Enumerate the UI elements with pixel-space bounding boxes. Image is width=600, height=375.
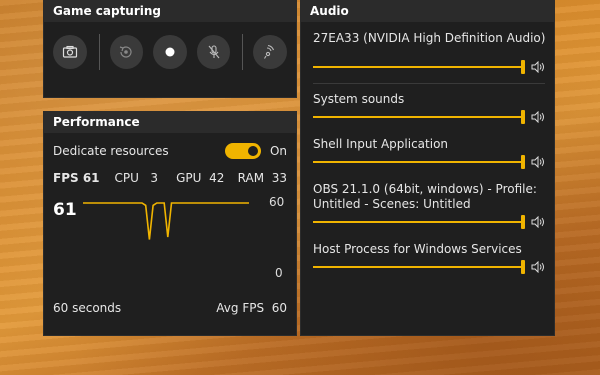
- speaker-icon[interactable]: [531, 213, 545, 232]
- performance-header[interactable]: Performance: [43, 111, 297, 133]
- performance-widget: Performance Dedicate resources On FPS 61…: [43, 111, 297, 336]
- gpu-stat-label: GPU: [176, 171, 202, 185]
- gpu-stat[interactable]: GPU 42: [176, 171, 238, 185]
- app-volume-slider[interactable]: [313, 215, 525, 229]
- speaker-icon[interactable]: [531, 153, 545, 172]
- audio-app-item: Shell Input Application: [300, 137, 555, 172]
- broadcast-button[interactable]: [253, 35, 288, 69]
- audio-app-item: System sounds: [300, 92, 555, 127]
- avg-fps-value: 60: [271, 301, 287, 315]
- audio-device-select[interactable]: 27EA33 (NVIDIA High Definition Audio): [300, 22, 555, 45]
- y-max-label: 60: [269, 195, 284, 209]
- ram-stat-value: 33: [271, 171, 287, 185]
- start-recording-button[interactable]: [153, 35, 187, 69]
- audio-app-item: OBS 21.1.0 (64bit, windows) - Profile: U…: [300, 182, 555, 232]
- audio-app-name: Shell Input Application: [313, 137, 449, 151]
- camera-icon: [62, 45, 77, 58]
- capture-separator: [242, 34, 244, 70]
- ram-stat[interactable]: RAM 33: [238, 171, 287, 185]
- screenshot-button[interactable]: [53, 35, 87, 69]
- capture-separator: [98, 34, 100, 70]
- audio-app-name: System sounds: [313, 92, 405, 106]
- audio-widget: Audio 27EA33 (NVIDIA High Definition Aud…: [300, 0, 555, 336]
- fps-line: [83, 202, 249, 240]
- app-volume-thumb[interactable]: [521, 215, 525, 229]
- avg-fps-label: Avg FPS: [216, 301, 265, 315]
- cpu-stat-value: 3: [150, 171, 159, 185]
- record-last-icon: [120, 46, 132, 58]
- gpu-stat-value: 42: [209, 171, 225, 185]
- fps-stat[interactable]: FPS 61: [53, 171, 115, 185]
- audio-header[interactable]: Audio: [300, 0, 555, 22]
- audio-divider: [313, 83, 545, 84]
- audio-app-item: Host Process for Windows Services: [300, 242, 555, 277]
- mic-toggle-button[interactable]: [196, 35, 231, 69]
- app-volume-thumb[interactable]: [521, 260, 525, 274]
- fps-chart: 61 60 0: [43, 191, 297, 283]
- audio-app-name: Host Process for Windows Services: [313, 242, 522, 256]
- audio-device-name: 27EA33 (NVIDIA High Definition Audio): [313, 31, 546, 45]
- toggle-knob: [247, 146, 258, 156]
- ram-stat-label: RAM: [237, 171, 265, 185]
- y-min-label: 0: [275, 266, 283, 280]
- app-volume-slider[interactable]: [313, 110, 525, 124]
- speaker-icon[interactable]: [531, 58, 545, 77]
- fps-graph: 61 60 0: [53, 195, 284, 280]
- mic-off-icon: [208, 45, 220, 59]
- audio-app-name: OBS 21.1.0 (64bit, windows) - Profile: U…: [313, 182, 537, 211]
- cpu-stat-label: CPU: [114, 171, 139, 185]
- broadcast-icon: [264, 44, 275, 59]
- device-volume-slider[interactable]: [313, 60, 525, 74]
- time-window-label: 60 seconds: [53, 301, 122, 315]
- app-volume-slider[interactable]: [313, 155, 525, 169]
- cpu-stat[interactable]: CPU 3: [115, 171, 177, 185]
- app-volume-thumb[interactable]: [521, 110, 525, 124]
- capture-header[interactable]: Game capturing: [43, 0, 297, 22]
- speaker-icon[interactable]: [531, 108, 545, 127]
- dedicate-resources-label: Dedicate resources: [53, 144, 169, 158]
- game-capture-widget: Game capturing: [43, 0, 297, 98]
- record-last-button[interactable]: [109, 35, 144, 69]
- app-volume-thumb[interactable]: [521, 155, 525, 169]
- dedicate-resources-toggle[interactable]: [224, 143, 261, 159]
- toggle-state-label: On: [269, 144, 287, 158]
- app-volume-slider[interactable]: [313, 260, 525, 274]
- fps-current-value: 61: [53, 200, 77, 220]
- device-volume-thumb[interactable]: [521, 60, 525, 74]
- speaker-icon[interactable]: [531, 258, 545, 277]
- record-dot-icon: [165, 47, 175, 57]
